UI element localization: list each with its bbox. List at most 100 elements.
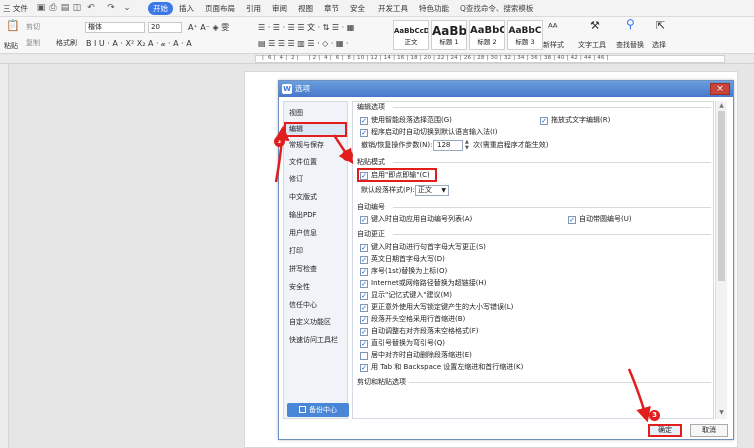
select-button[interactable]: 选择 <box>652 41 666 50</box>
command-search[interactable]: Q查找命令、搜索模板 <box>460 3 533 14</box>
checkbox-ordinal-superscript[interactable]: ✓ <box>360 268 368 276</box>
nav-item-file-location[interactable]: 文件位置 <box>284 155 347 170</box>
tab-special-features[interactable]: 特色功能 <box>419 3 449 14</box>
scroll-down-icon[interactable]: ▼ <box>718 409 725 416</box>
tab-review[interactable]: 审阅 <box>272 3 287 14</box>
nav-item-customize-ribbon[interactable]: 自定义功能区 <box>284 315 347 330</box>
print-icon[interactable]: ▤ <box>60 3 70 13</box>
option-auto-ime: 程序启动时自动切换到默认语言输入法(I) <box>371 128 498 136</box>
checkbox-center-remove-indent[interactable] <box>360 352 368 360</box>
style-heading-3[interactable]: AaBbC 标题 3 <box>507 20 543 50</box>
redo-icon[interactable]: ↷ <box>106 3 116 13</box>
nav-item-revision[interactable]: 修订 <box>284 172 347 187</box>
paragraph-tools-bottom[interactable]: ▤ ☰ ☰ ☰ ▥ ☰ · ◇ · ▦ · <box>258 39 349 48</box>
checkbox-right-align-space[interactable]: ✓ <box>360 328 368 336</box>
tab-view[interactable]: 视图 <box>298 3 313 14</box>
tab-developer[interactable]: 开发工具 <box>378 3 408 14</box>
checkbox-auto-ime[interactable]: ✓ <box>360 129 368 137</box>
scrollbar-thumb[interactable] <box>718 111 725 281</box>
select-icon[interactable]: ⇱ <box>656 20 665 31</box>
paste-button[interactable]: 粘贴 <box>4 42 18 51</box>
undo-steps-input[interactable]: 128 <box>433 140 463 151</box>
export-pdf-icon[interactable]: ⎙ <box>48 3 58 13</box>
tab-insert[interactable]: 插入 <box>179 3 194 14</box>
dialog-title-bar[interactable]: W 选项 × <box>279 81 733 97</box>
checkbox-tab-backspace-indent[interactable]: ✓ <box>360 364 368 372</box>
checkbox-date-cap[interactable]: ✓ <box>360 256 368 264</box>
nav-item-quick-access[interactable]: 快速访问工具栏 <box>284 333 347 348</box>
nav-item-print[interactable]: 打印 <box>284 244 347 259</box>
undo-icon[interactable]: ↶ <box>86 3 96 13</box>
nav-item-security[interactable]: 安全性 <box>284 280 347 295</box>
options-scrollbar[interactable]: ▲ ▼ <box>715 101 727 419</box>
font-size-tools[interactable]: A⁺ A⁻ ◈ 雯 <box>188 23 229 32</box>
tab-chapter[interactable]: 章节 <box>324 3 339 14</box>
cancel-button[interactable]: 取消 <box>690 424 728 437</box>
spin-arrows-icon[interactable]: ▲ ▼ <box>465 139 469 151</box>
new-style-button[interactable]: 新样式 <box>543 41 564 50</box>
new-style-icon[interactable]: ᴬᴬ <box>548 22 557 33</box>
checkbox-circled-number[interactable]: ✓ <box>568 216 576 224</box>
copy-button[interactable]: 复制 <box>26 39 40 48</box>
checkbox-drag-drop[interactable]: ✓ <box>540 117 548 125</box>
text-tool-button[interactable]: 文字工具 <box>578 41 606 50</box>
checkbox-smart-quotes[interactable]: ✓ <box>360 340 368 348</box>
checkbox-smart-paragraph[interactable]: ✓ <box>360 117 368 125</box>
find-replace-icon[interactable]: ⚲ <box>626 18 635 30</box>
tab-start[interactable]: 开始 <box>148 2 173 15</box>
style-normal[interactable]: AaBbCcDd正文 <box>393 20 429 50</box>
annotation-badge-2: 2 <box>342 150 353 161</box>
backup-icon <box>299 406 306 413</box>
checkbox-leading-space-indent[interactable]: ✓ <box>360 316 368 324</box>
nav-item-chinese-layout[interactable]: 中文版式 <box>284 190 347 205</box>
tab-security[interactable]: 安全 <box>350 3 365 14</box>
scroll-up-icon[interactable]: ▲ <box>718 102 725 109</box>
options-panel: 编辑选项 ✓ 使用智能段落选择范围(G) ✓ 拖放式文字编辑(R) ✓ 程序启动… <box>352 101 714 419</box>
nav-item-edit[interactable]: 编辑 <box>284 122 347 137</box>
vertical-ruler <box>0 64 9 448</box>
checkbox-caps-lock[interactable]: ✓ <box>360 304 368 312</box>
tab-references[interactable]: 引用 <box>246 3 261 14</box>
font-size-select[interactable]: 20 <box>148 22 182 33</box>
default-style-label: 默认段落样式(P): <box>361 186 416 194</box>
menu-bar: 三 文件 ▣ ⎙ ▤ ◫ ↶ ↷ ⌄ 开始 插入 页面布局 引用 审阅 视图 章… <box>0 0 754 17</box>
option-caps-lock: 更正意外使用大写锁定键产生的大小写错误(L) <box>371 303 514 311</box>
dialog-title: 选项 <box>295 84 310 93</box>
font-name-select[interactable]: 楷体 <box>85 22 145 33</box>
style-heading-1[interactable]: AaBb 标题 1 <box>431 20 467 50</box>
nav-item-user-info[interactable]: 用户信息 <box>284 226 347 241</box>
annotation-badge-3: 3 <box>649 410 660 421</box>
style-heading-2[interactable]: AaBbC 标题 2 <box>469 20 505 50</box>
tab-page-layout[interactable]: 页面布局 <box>205 3 235 14</box>
nav-item-general-save[interactable]: 常规与保存 <box>284 138 347 153</box>
checkbox-auto-list[interactable]: ✓ <box>360 216 368 224</box>
chevron-down-icon[interactable]: ⌄ <box>122 3 132 13</box>
option-hyperlink: Internet或网络路径替换为超链接(H) <box>371 279 487 287</box>
checkbox-autocomplete[interactable]: ✓ <box>360 292 368 300</box>
checkbox-hyperlink[interactable]: ✓ <box>360 280 368 288</box>
annotation-highlight-click-type <box>357 168 437 182</box>
text-tool-icon[interactable]: ⚒ <box>590 20 600 31</box>
option-ordinal-superscript: 序号(1st)替换为上标(O) <box>371 267 448 275</box>
save-icon[interactable]: ▣ <box>36 3 46 13</box>
close-icon[interactable]: × <box>710 83 730 95</box>
nav-item-output-pdf[interactable]: 输出PDF <box>284 208 347 223</box>
checkbox-sentence-cap[interactable]: ✓ <box>360 244 368 252</box>
option-auto-list: 键入时自动应用自动编号列表(A) <box>371 215 473 223</box>
section-title-cut-paste: 剪切和粘贴选项 <box>357 378 406 386</box>
nav-item-view[interactable]: 视图 <box>284 106 347 121</box>
cut-button[interactable]: 剪切 <box>26 23 40 32</box>
file-menu[interactable]: 三 文件 <box>3 3 28 14</box>
default-style-select[interactable]: 正文 ▼ <box>415 185 449 196</box>
paste-icon[interactable]: 📋 <box>6 20 20 31</box>
nav-item-spell-check[interactable]: 拼写检查 <box>284 262 347 277</box>
paragraph-tools-top[interactable]: ☰ · ☰ · ☰ ☰ 文 · ⇅ ☰ · ▦ <box>258 23 354 32</box>
backup-center-button[interactable]: 备份中心 <box>287 403 349 417</box>
section-title-edit: 编辑选项 <box>357 103 385 111</box>
font-format-tools[interactable]: B I U · A · X² X₂ A · 𝒶 · A · A <box>86 39 192 48</box>
ok-button[interactable]: 确定 <box>648 424 682 437</box>
preview-icon[interactable]: ◫ <box>72 3 82 13</box>
nav-item-trust-center[interactable]: 信任中心 <box>284 298 347 313</box>
find-replace-button[interactable]: 查找替换 <box>616 41 644 50</box>
format-painter-button[interactable]: 格式刷 <box>56 39 77 48</box>
